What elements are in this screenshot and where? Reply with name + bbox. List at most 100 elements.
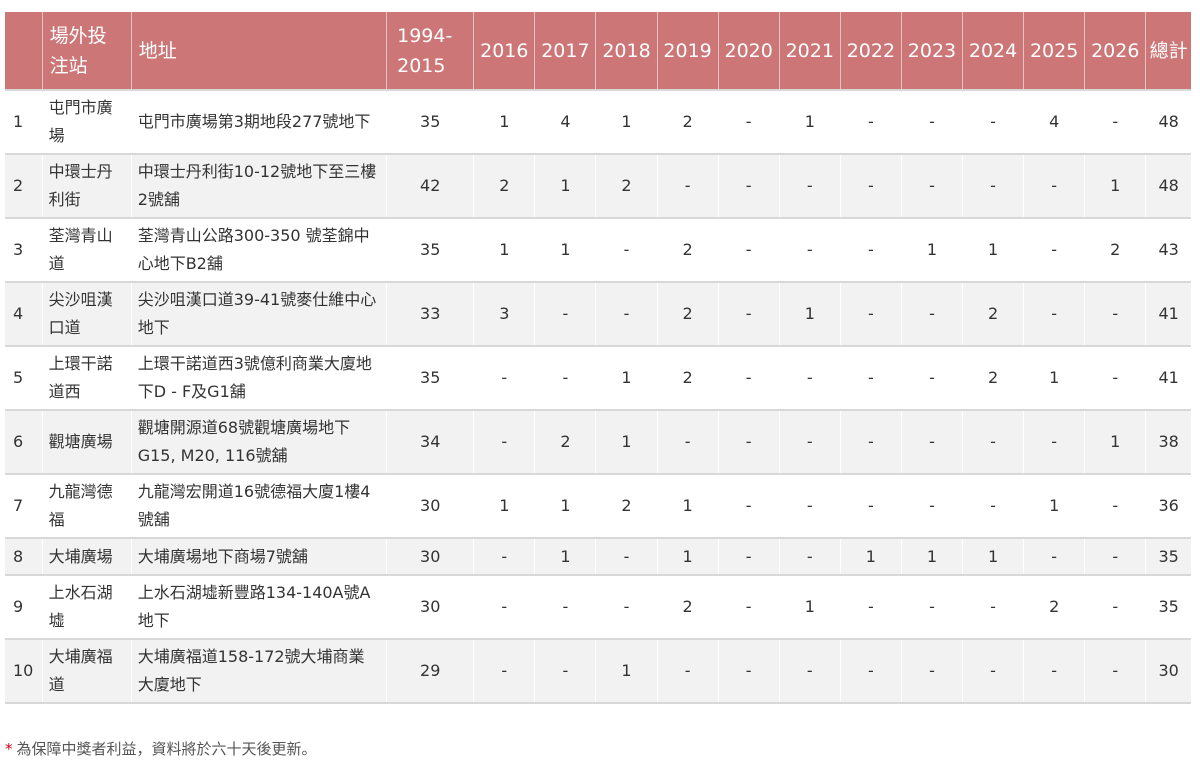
period-cell: 30 (386, 473, 474, 538)
year-cell-2022: 1 (839, 537, 902, 575)
period-cell: 42 (386, 153, 474, 218)
station-cell: 大埔廣場 (41, 537, 132, 575)
rank-cell: 3 (5, 217, 43, 282)
total-cell: 38 (1145, 409, 1191, 474)
year-cell-2018: 1 (595, 638, 658, 704)
address-cell: 上水石湖墟新豐路134-140A號A地下 (130, 574, 387, 639)
year-cell-2023: - (900, 473, 963, 538)
period-cell: 34 (386, 409, 474, 474)
year-header-2019: 2019 (656, 12, 719, 90)
footnote: * 為保障中獎者利益，資料將於六十天後更新。 (5, 738, 317, 759)
year-cell-2026: 1 (1084, 409, 1146, 474)
year-cell-2022: - (839, 638, 902, 704)
year-cell-2017: 4 (534, 89, 596, 154)
address-cell: 大埔廣場地下商場7號舖 (130, 537, 387, 575)
year-cell-2020: - (717, 473, 780, 538)
year-cell-2024: - (962, 473, 1024, 538)
period-cell: 35 (386, 345, 474, 410)
year-cell-2021: - (778, 409, 841, 474)
year-cell-2019: - (656, 409, 719, 474)
year-cell-2019: - (656, 153, 719, 218)
year-cell-2023: - (900, 638, 963, 704)
year-cell-2019: 2 (656, 217, 719, 282)
rank-cell: 7 (5, 473, 43, 538)
year-cell-2019: 2 (656, 345, 719, 410)
year-cell-2021: 1 (778, 281, 841, 346)
address-cell: 觀塘開源道68號觀塘廣場地下G15, M20, 116號舖 (130, 409, 387, 474)
year-header-2024: 2024 (962, 12, 1024, 90)
year-cell-2026: - (1084, 537, 1146, 575)
year-cell-2016: - (473, 409, 535, 474)
year-cell-2018: 2 (595, 153, 658, 218)
year-cell-2025: 4 (1023, 89, 1085, 154)
year-cell-2019: 2 (656, 574, 719, 639)
year-cell-2026: - (1084, 473, 1146, 538)
year-cell-2023: - (900, 153, 963, 218)
year-cell-2025: - (1023, 537, 1085, 575)
year-cell-2026: - (1084, 89, 1146, 154)
year-cell-2022: - (839, 281, 902, 346)
year-cell-2021: - (778, 473, 841, 538)
table-row: 1 屯門市廣場 屯門市廣場第3期地段277號地下 35 1 4 1 2-1- - -4-48 (5, 89, 1191, 154)
year-cell-2020: - (717, 537, 780, 575)
rank-cell: 6 (5, 409, 43, 474)
year-cell-2019: 1 (656, 473, 719, 538)
year-cell-2017: 1 (534, 217, 596, 282)
year-cell-2020: - (717, 638, 780, 704)
rank-cell: 1 (5, 89, 43, 154)
year-cell-2025: - (1023, 217, 1085, 282)
year-cell-2016: - (473, 574, 535, 639)
station-cell: 上水石湖墟 (41, 574, 132, 639)
year-cell-2024: - (962, 153, 1024, 218)
year-cell-2020: - (717, 217, 780, 282)
year-cell-2021: 1 (778, 89, 841, 154)
year-cell-2025: 2 (1023, 574, 1085, 639)
year-cell-2022: - (839, 89, 902, 154)
rank-cell: 5 (5, 345, 43, 410)
year-cell-2026: - (1084, 574, 1146, 639)
total-header: 總計 (1145, 12, 1191, 90)
year-cell-2025: 1 (1023, 345, 1085, 410)
year-header-2021: 2021 (778, 12, 841, 90)
year-cell-2024: - (962, 638, 1024, 704)
year-cell-2021: - (778, 537, 841, 575)
year-cell-2018: - (595, 537, 658, 575)
total-cell: 41 (1145, 345, 1191, 410)
address-cell: 中環士丹利街10-12號地下至三樓2號舖 (130, 153, 387, 218)
year-header-2017: 2017 (534, 12, 596, 90)
year-cell-2024: - (962, 409, 1024, 474)
year-cell-2021: - (778, 153, 841, 218)
table-header-row: 場外投注站 地址 1994-2015 2016 2017 2018 2019 2020 2… (5, 12, 1191, 90)
year-cell-2018: - (595, 217, 658, 282)
year-cell-2024: 2 (962, 345, 1024, 410)
year-cell-2017: 2 (534, 409, 596, 474)
year-header-2025: 2025 (1023, 12, 1085, 90)
table-row: 5 上環干諾道西 上環干諾道西3號億利商業大廈地下D - F及G1舖 35- -1 2- -… (5, 345, 1191, 410)
year-cell-2026: - (1084, 281, 1146, 346)
address-cell: 上環干諾道西3號億利商業大廈地下D - F及G1舖 (130, 345, 387, 410)
year-cell-2018: 2 (595, 473, 658, 538)
year-cell-2017: 1 (534, 153, 596, 218)
table-row: 2 中環士丹利街 中環士丹利街10-12號地下至三樓2號舖 42 2 1 2- - - - - - -1… (5, 153, 1191, 218)
year-cell-2022: - (839, 345, 902, 410)
year-cell-2024: - (962, 89, 1024, 154)
year-cell-2026: - (1084, 345, 1146, 410)
station-cell: 屯門市廣場 (41, 89, 132, 154)
rank-cell: 9 (5, 574, 43, 639)
station-cell: 上環干諾道西 (41, 345, 132, 410)
rank-cell: 8 (5, 537, 43, 575)
page: 場外投注站 地址 1994-2015 2016 2017 2018 2019 2020 2… (0, 0, 1200, 771)
year-cell-2016: - (473, 537, 535, 575)
year-cell-2020: - (717, 345, 780, 410)
year-cell-2019: 2 (656, 281, 719, 346)
year-cell-2023: 1 (900, 217, 963, 282)
year-cell-2017: - (534, 574, 596, 639)
total-cell: 48 (1145, 153, 1191, 218)
year-cell-2021: - (778, 345, 841, 410)
year-cell-2019: 1 (656, 537, 719, 575)
year-cell-2019: - (656, 638, 719, 704)
year-cell-2020: - (717, 89, 780, 154)
year-cell-2025: - (1023, 153, 1085, 218)
address-cell: 屯門市廣場第3期地段277號地下 (130, 89, 387, 154)
year-cell-2024: 1 (962, 217, 1024, 282)
